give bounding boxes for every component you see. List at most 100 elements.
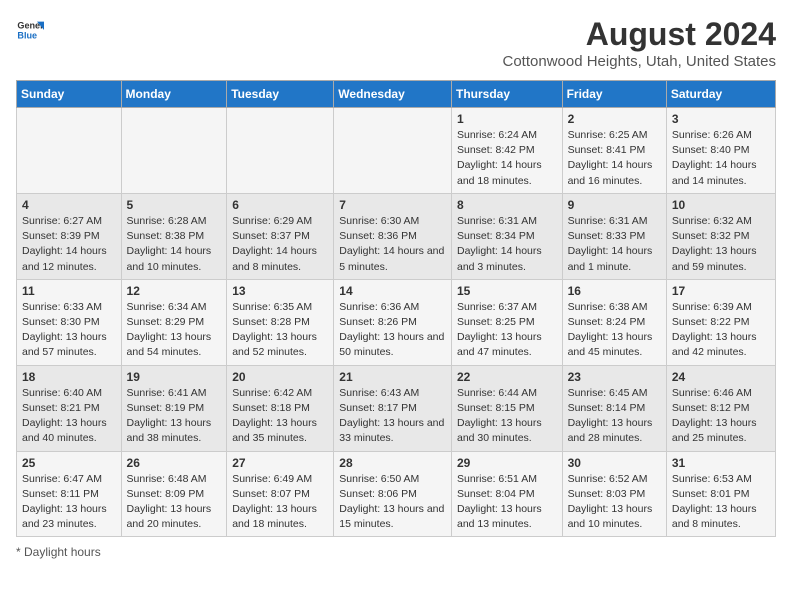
calendar-cell: 23 Sunrise: 6:45 AMSunset: 8:14 PMDayligh… [562,365,666,451]
day-info: Sunrise: 6:48 AMSunset: 8:09 PMDaylight:… [127,472,222,533]
calendar-cell [227,108,334,194]
week-row-5: 25 Sunrise: 6:47 AMSunset: 8:11 PMDayligh… [17,451,776,537]
calendar-cell: 3 Sunrise: 6:26 AMSunset: 8:40 PMDaylight… [666,108,775,194]
header-day-wednesday: Wednesday [334,81,452,108]
week-row-2: 4 Sunrise: 6:27 AMSunset: 8:39 PMDaylight… [17,193,776,279]
day-number: 18 [22,370,116,384]
calendar-cell [334,108,452,194]
day-number: 7 [339,198,446,212]
calendar-cell: 1 Sunrise: 6:24 AMSunset: 8:42 PMDaylight… [451,108,562,194]
header-day-thursday: Thursday [451,81,562,108]
footer-note: * Daylight hours [16,545,776,559]
day-number: 21 [339,370,446,384]
day-number: 8 [457,198,557,212]
calendar-cell: 8 Sunrise: 6:31 AMSunset: 8:34 PMDaylight… [451,193,562,279]
day-info: Sunrise: 6:24 AMSunset: 8:42 PMDaylight:… [457,128,557,189]
calendar-cell: 15 Sunrise: 6:37 AMSunset: 8:25 PMDayligh… [451,279,562,365]
day-info: Sunrise: 6:43 AMSunset: 8:17 PMDaylight:… [339,386,446,447]
day-info: Sunrise: 6:31 AMSunset: 8:34 PMDaylight:… [457,214,557,275]
title-area: August 2024 Cottonwood Heights, Utah, Un… [503,16,777,70]
day-number: 25 [22,456,116,470]
calendar-cell: 22Sunrise: 6:44 AMSunset: 8:15 PMDayligh… [451,365,562,451]
day-number: 29 [457,456,557,470]
day-info: Sunrise: 6:44 AMSunset: 8:15 PMDaylight:… [457,386,557,447]
header-day-sunday: Sunday [17,81,122,108]
day-info: Sunrise: 6:45 AMSunset: 8:14 PMDaylight:… [568,386,661,447]
svg-text:Blue: Blue [17,30,37,40]
day-number: 9 [568,198,661,212]
day-number: 3 [672,112,770,126]
header-day-saturday: Saturday [666,81,775,108]
calendar-cell: 14 Sunrise: 6:36 AMSunset: 8:26 PMDayligh… [334,279,452,365]
day-number: 31 [672,456,770,470]
day-info: Sunrise: 6:40 AMSunset: 8:21 PMDaylight:… [22,386,116,447]
day-info: Sunrise: 6:47 AMSunset: 8:11 PMDaylight:… [22,472,116,533]
day-info: Sunrise: 6:35 AMSunset: 8:28 PMDaylight:… [232,300,328,361]
day-number: 2 [568,112,661,126]
calendar-cell: 26 Sunrise: 6:48 AMSunset: 8:09 PMDayligh… [121,451,227,537]
day-number: 28 [339,456,446,470]
day-number: 5 [127,198,222,212]
day-number: 15 [457,284,557,298]
subtitle: Cottonwood Heights, Utah, United States [503,53,777,70]
footer-text: Daylight hours [24,545,101,559]
day-info: Sunrise: 6:32 AMSunset: 8:32 PMDaylight:… [672,214,770,275]
calendar-cell: 28 Sunrise: 6:50 AMSunset: 8:06 PMDayligh… [334,451,452,537]
day-info: Sunrise: 6:38 AMSunset: 8:24 PMDaylight:… [568,300,661,361]
day-number: 30 [568,456,661,470]
day-number: 13 [232,284,328,298]
day-number: 20 [232,370,328,384]
logo: General Blue [16,16,44,44]
calendar-cell: 21 Sunrise: 6:43 AMSunset: 8:17 PMDayligh… [334,365,452,451]
calendar-cell: 9Sunrise: 6:31 AMSunset: 8:33 PMDaylight… [562,193,666,279]
calendar-cell: 19 Sunrise: 6:41 AMSunset: 8:19 PMDayligh… [121,365,227,451]
calendar-cell: 16 Sunrise: 6:38 AMSunset: 8:24 PMDayligh… [562,279,666,365]
day-number: 6 [232,198,328,212]
day-number: 16 [568,284,661,298]
day-info: Sunrise: 6:25 AMSunset: 8:41 PMDaylight:… [568,128,661,189]
day-info: Sunrise: 6:52 AMSunset: 8:03 PMDaylight:… [568,472,661,533]
day-info: Sunrise: 6:42 AMSunset: 8:18 PMDaylight:… [232,386,328,447]
day-info: Sunrise: 6:46 AMSunset: 8:12 PMDaylight:… [672,386,770,447]
header-row: SundayMondayTuesdayWednesdayThursdayFrid… [17,81,776,108]
header-day-monday: Monday [121,81,227,108]
day-info: Sunrise: 6:29 AMSunset: 8:37 PMDaylight:… [232,214,328,275]
calendar-cell [17,108,122,194]
day-number: 14 [339,284,446,298]
day-info: Sunrise: 6:51 AMSunset: 8:04 PMDaylight:… [457,472,557,533]
day-number: 12 [127,284,222,298]
day-info: Sunrise: 6:36 AMSunset: 8:26 PMDaylight:… [339,300,446,361]
day-info: Sunrise: 6:26 AMSunset: 8:40 PMDaylight:… [672,128,770,189]
week-row-1: 1 Sunrise: 6:24 AMSunset: 8:42 PMDaylight… [17,108,776,194]
header-day-friday: Friday [562,81,666,108]
day-number: 1 [457,112,557,126]
day-number: 27 [232,456,328,470]
week-row-3: 11Sunrise: 6:33 AMSunset: 8:30 PMDayligh… [17,279,776,365]
calendar-cell: 27 Sunrise: 6:49 AMSunset: 8:07 PMDayligh… [227,451,334,537]
day-info: Sunrise: 6:39 AMSunset: 8:22 PMDaylight:… [672,300,770,361]
day-number: 26 [127,456,222,470]
calendar-cell: 30 Sunrise: 6:52 AMSunset: 8:03 PMDayligh… [562,451,666,537]
calendar-cell: 12 Sunrise: 6:34 AMSunset: 8:29 PMDayligh… [121,279,227,365]
logo-icon: General Blue [16,16,44,44]
day-info: Sunrise: 6:49 AMSunset: 8:07 PMDaylight:… [232,472,328,533]
calendar-table: SundayMondayTuesdayWednesdayThursdayFrid… [16,80,776,537]
calendar-cell: 11Sunrise: 6:33 AMSunset: 8:30 PMDayligh… [17,279,122,365]
day-number: 17 [672,284,770,298]
day-number: 19 [127,370,222,384]
day-info: Sunrise: 6:50 AMSunset: 8:06 PMDaylight:… [339,472,446,533]
calendar-cell: 17 Sunrise: 6:39 AMSunset: 8:22 PMDayligh… [666,279,775,365]
calendar-cell: 29 Sunrise: 6:51 AMSunset: 8:04 PMDayligh… [451,451,562,537]
week-row-4: 18 Sunrise: 6:40 AMSunset: 8:21 PMDayligh… [17,365,776,451]
calendar-cell: 25 Sunrise: 6:47 AMSunset: 8:11 PMDayligh… [17,451,122,537]
day-number: 24 [672,370,770,384]
calendar-cell: 5Sunrise: 6:28 AMSunset: 8:38 PMDaylight… [121,193,227,279]
day-number: 23 [568,370,661,384]
day-info: Sunrise: 6:27 AMSunset: 8:39 PMDaylight:… [22,214,116,275]
day-info: Sunrise: 6:37 AMSunset: 8:25 PMDaylight:… [457,300,557,361]
day-number: 4 [22,198,116,212]
calendar-cell: 18 Sunrise: 6:40 AMSunset: 8:21 PMDayligh… [17,365,122,451]
day-info: Sunrise: 6:41 AMSunset: 8:19 PMDaylight:… [127,386,222,447]
calendar-cell: 4 Sunrise: 6:27 AMSunset: 8:39 PMDaylight… [17,193,122,279]
day-info: Sunrise: 6:34 AMSunset: 8:29 PMDaylight:… [127,300,222,361]
